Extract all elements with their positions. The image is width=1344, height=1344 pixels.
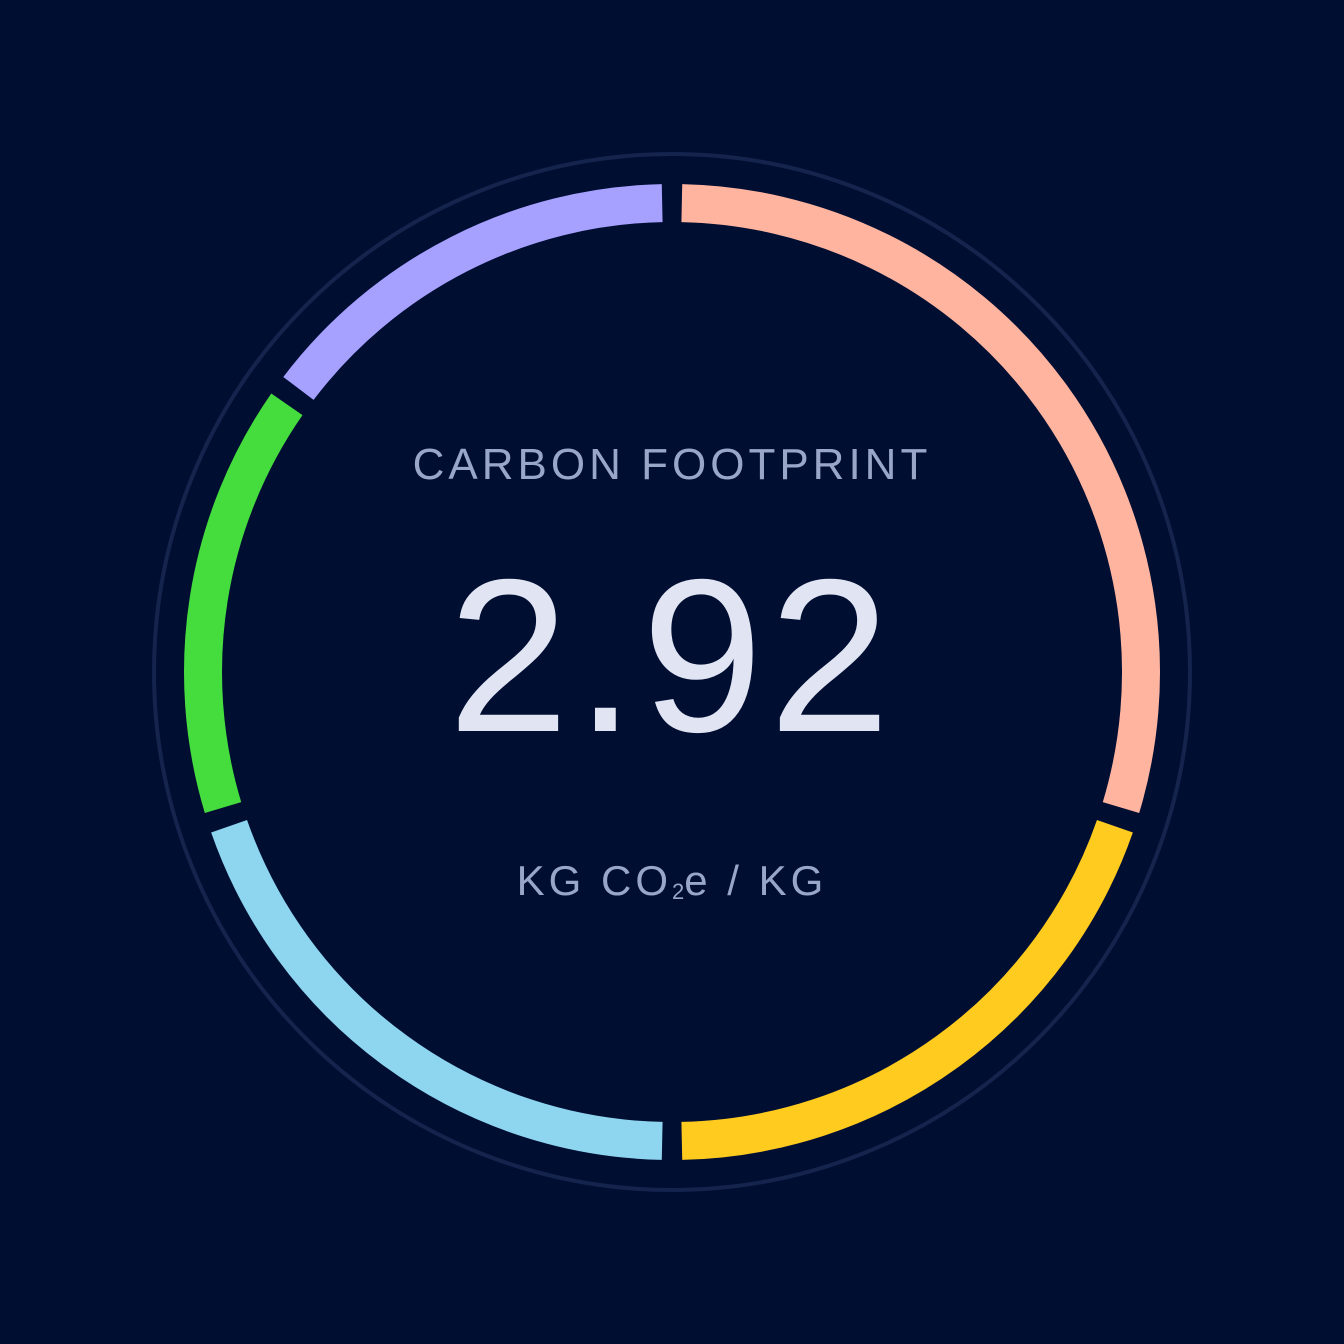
ring-segment-5 — [283, 184, 663, 400]
metric-label: CARBON FOOTPRINT — [412, 440, 932, 489]
unit-suffix: e / KG — [684, 857, 828, 904]
unit-prefix: KG CO — [516, 857, 673, 904]
metric-unit: KG CO2e / KG — [0, 857, 1344, 905]
carbon-footprint-gauge: CARBON FOOTPRINT 2.92 KG CO2e / KG — [0, 0, 1344, 1344]
metric-value: 2.92 — [447, 535, 897, 778]
unit-subscript: 2 — [672, 879, 685, 904]
